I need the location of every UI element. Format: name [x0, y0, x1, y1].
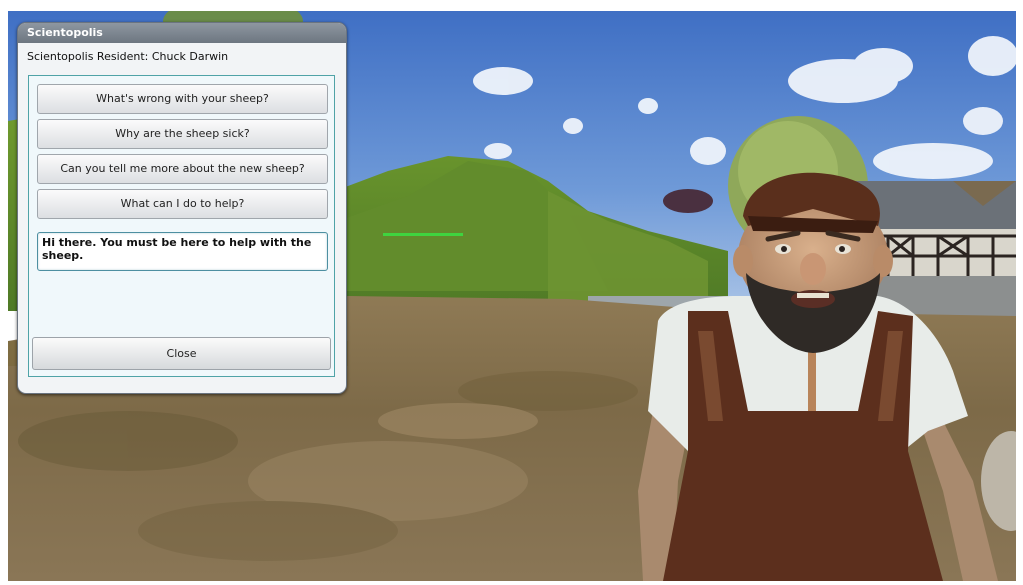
npc-speech-text: Hi there. You must be here to help with …: [37, 232, 328, 271]
dialog-option-why-sick[interactable]: Why are the sheep sick?: [37, 119, 328, 149]
speaker-name: Scientopolis Resident: Chuck Darwin: [27, 50, 229, 63]
close-button[interactable]: Close: [32, 337, 331, 370]
dialog-titlebar[interactable]: Scientopolis: [18, 23, 346, 43]
dialog-option-how-to-help[interactable]: What can I do to help?: [37, 189, 328, 219]
npc-dialog-window: Scientopolis Scientopolis Resident: Chuc…: [17, 22, 347, 394]
dialog-option-whats-wrong[interactable]: What's wrong with your sheep?: [37, 84, 328, 114]
dialog-body: What's wrong with your sheep? Why are th…: [28, 75, 335, 377]
dialog-option-new-sheep[interactable]: Can you tell me more about the new sheep…: [37, 154, 328, 184]
